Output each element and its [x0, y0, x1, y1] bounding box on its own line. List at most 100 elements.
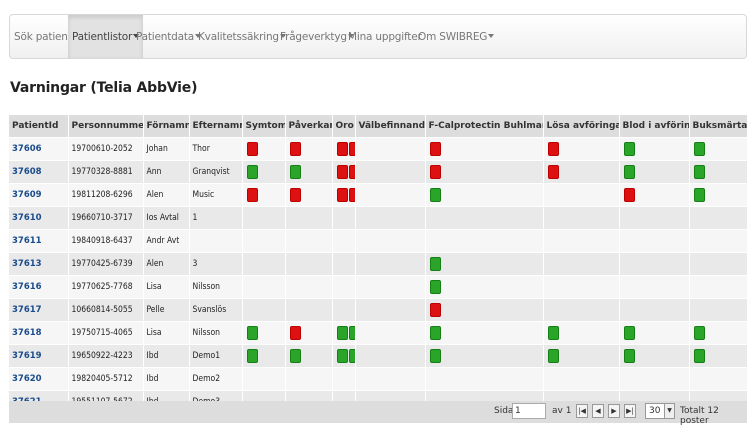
caret-down-icon: [488, 34, 495, 38]
status-cell: [425, 321, 544, 345]
table-row[interactable]: 37610 19660710-3717 Ios Avtal 1: [9, 206, 748, 230]
column-header[interactable]: Efternamn: [189, 115, 243, 138]
table-row[interactable]: 37617 10660814-5055 Pelle Svanslös: [9, 298, 748, 322]
table-row[interactable]: 37608 19770328-8881 Ann Granqvist: [9, 160, 748, 184]
cell-first: Ibd: [143, 344, 190, 368]
patient-id-link[interactable]: 37608: [9, 160, 69, 184]
table-row[interactable]: 37620 19820405-5712 Ibd Demo2: [9, 367, 748, 391]
table-row[interactable]: 37606 19700610-2052 Johan Thor: [9, 137, 748, 161]
status-cell: [619, 229, 690, 253]
status-cell: [355, 183, 426, 207]
patient-id-link[interactable]: 37616: [9, 275, 69, 299]
status-cell: [332, 252, 356, 276]
page-size-value: 30: [649, 406, 661, 416]
status-cell: [332, 367, 356, 391]
column-header[interactable]: PatientId: [9, 115, 69, 138]
patient-id-link[interactable]: 37606: [9, 137, 69, 161]
status-cell: [355, 206, 426, 230]
green-status-indicator: [547, 349, 559, 363]
red-status-indicator: [336, 142, 348, 156]
column-header[interactable]: Personnummer: [68, 115, 144, 138]
green-status-indicator: [348, 326, 354, 340]
cell-first: Andr Avt: [143, 229, 190, 253]
table-row[interactable]: 37611 19840918-6437 Andr Avt: [9, 229, 748, 253]
status-cell: [355, 298, 426, 322]
total-count: Totalt 12 poster: [680, 406, 719, 426]
status-cell: [332, 321, 356, 345]
red-status-indicator: [289, 188, 301, 202]
red-status-indicator: [289, 142, 301, 156]
nav-item-4[interactable]: Frågeverktyg: [280, 15, 354, 58]
table-row[interactable]: 37609 19811208-6296 Alen Music: [9, 183, 748, 207]
red-status-indicator: [547, 165, 559, 179]
status-cell: [242, 321, 286, 345]
red-status-indicator: [348, 165, 354, 179]
cell-last: 3: [189, 252, 243, 276]
patient-id-link[interactable]: 37611: [9, 229, 69, 253]
status-cell: [619, 321, 690, 345]
cell-last: Demo1: [189, 344, 243, 368]
red-status-indicator: [429, 303, 441, 317]
first-page-button[interactable]: |◀: [576, 404, 588, 418]
cell-pnr: 19820405-5712: [68, 367, 144, 391]
green-status-indicator: [693, 349, 705, 363]
status-cell: [285, 160, 333, 184]
nav-item-2[interactable]: Patientdata: [136, 15, 202, 58]
green-status-indicator: [246, 165, 258, 179]
status-cell: [689, 367, 748, 391]
nav-item-6[interactable]: Om SWIBREG: [418, 15, 495, 58]
column-header[interactable]: F-Calprotectin Buhlmann: [425, 115, 544, 138]
status-cell: [355, 160, 426, 184]
table-row[interactable]: 37618 19750715-4065 Lisa Nilsson: [9, 321, 748, 345]
cell-last: [189, 229, 243, 253]
patient-id-link[interactable]: 37613: [9, 252, 69, 276]
status-cell: [619, 206, 690, 230]
next-page-button[interactable]: ▶: [608, 404, 620, 418]
cell-pnr: 19770425-6739: [68, 252, 144, 276]
red-status-indicator: [429, 142, 441, 156]
column-header[interactable]: Oro: [332, 115, 356, 138]
table-row[interactable]: 37613 19770425-6739 Alen 3: [9, 252, 748, 276]
status-cell: [332, 160, 356, 184]
column-header[interactable]: Symtom: [242, 115, 286, 138]
warnings-table: PatientId Personnummer Förnamn Efternamn Sym…: [9, 115, 748, 413]
cell-pnr: 19811208-6296: [68, 183, 144, 207]
page-input[interactable]: 1: [512, 403, 546, 419]
status-cell: [619, 275, 690, 299]
status-cell: [689, 344, 748, 368]
status-cell: [425, 137, 544, 161]
green-status-indicator: [336, 349, 348, 363]
nav-item-5[interactable]: Mina uppgifter: [348, 15, 422, 58]
cell-pnr: 19770625-7768: [68, 275, 144, 299]
column-header[interactable]: Påverkan: [285, 115, 333, 138]
top-navbar: Sök patient Patientlistor Patientdata Kvali…: [9, 14, 747, 59]
prev-page-button[interactable]: ◀: [592, 404, 604, 418]
column-header[interactable]: Lösa avföringar: [543, 115, 620, 138]
page-size-select[interactable]: 30 ▼: [645, 403, 675, 419]
nav-item-label: Frågeverktyg: [280, 31, 347, 43]
table-row[interactable]: 37616 19770625-7768 Lisa Nilsson: [9, 275, 748, 299]
column-header[interactable]: Buksmärta: [689, 115, 748, 138]
cell-first: Lisa: [143, 275, 190, 299]
nav-item-0[interactable]: Sök patient: [14, 15, 72, 58]
status-cell: [285, 229, 333, 253]
patient-id-link[interactable]: 37618: [9, 321, 69, 345]
nav-item-3[interactable]: Kvalitetssäkring: [198, 15, 286, 58]
patient-id-link[interactable]: 37617: [9, 298, 69, 322]
column-header[interactable]: Förnamn: [143, 115, 190, 138]
status-cell: [285, 137, 333, 161]
green-status-indicator: [429, 257, 441, 271]
cell-last: Nilsson: [189, 275, 243, 299]
nav-item-1[interactable]: Patientlistor: [68, 15, 144, 58]
patient-id-link[interactable]: 37619: [9, 344, 69, 368]
patient-id-link[interactable]: 37609: [9, 183, 69, 207]
patient-id-link[interactable]: 37610: [9, 206, 69, 230]
column-header[interactable]: Välbefinnande: [355, 115, 426, 138]
status-cell: [543, 298, 620, 322]
green-status-indicator: [429, 188, 441, 202]
patient-id-link[interactable]: 37620: [9, 367, 69, 391]
table-row[interactable]: 37619 19650922-4223 Ibd Demo1: [9, 344, 748, 368]
red-status-indicator: [336, 165, 348, 179]
column-header[interactable]: Blod i avföring: [619, 115, 690, 138]
last-page-button[interactable]: ▶|: [624, 404, 636, 418]
